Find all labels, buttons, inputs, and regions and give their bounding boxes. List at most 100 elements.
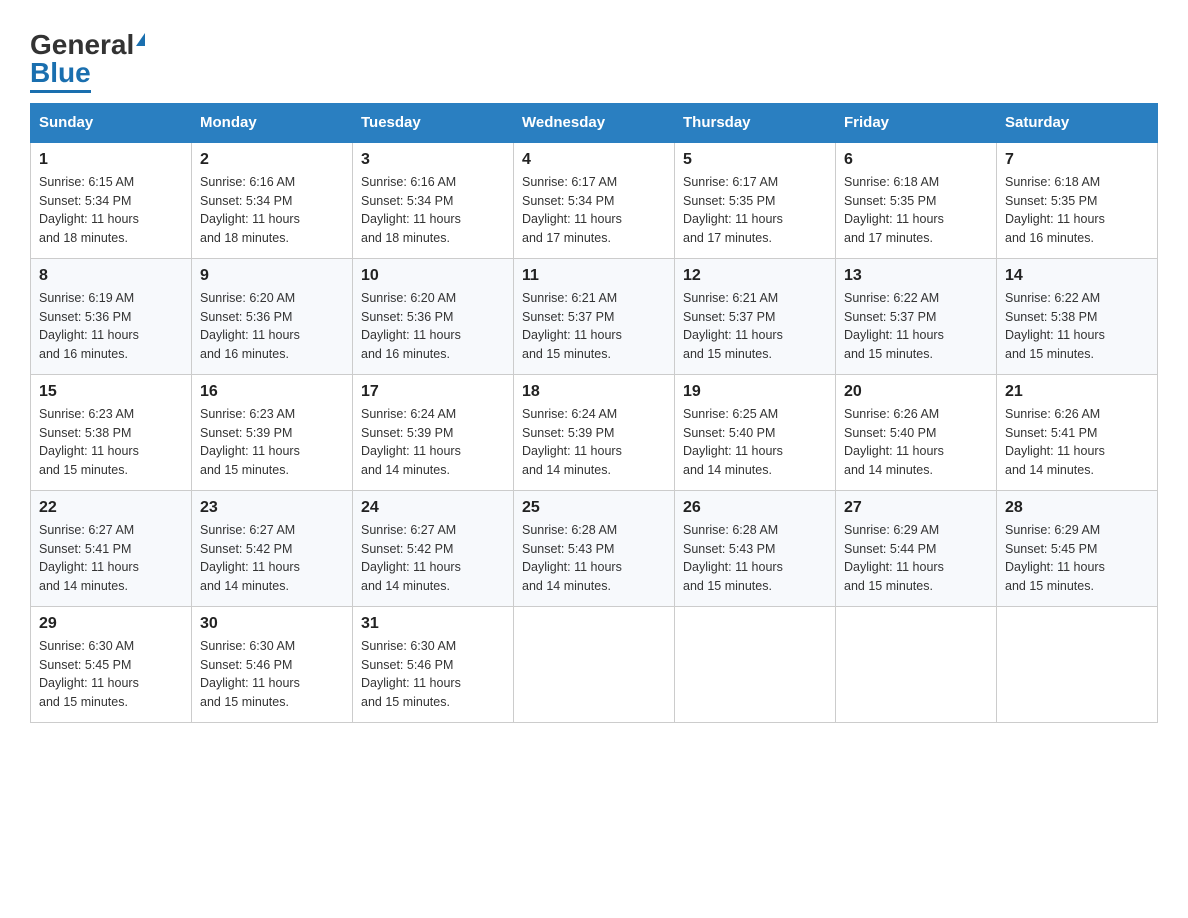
day-number: 24 — [361, 499, 505, 517]
calendar-cell: 3 Sunrise: 6:16 AM Sunset: 5:34 PM Dayli… — [353, 142, 514, 259]
day-number: 18 — [522, 383, 666, 401]
calendar-cell: 29 Sunrise: 6:30 AM Sunset: 5:45 PM Dayl… — [31, 606, 192, 722]
day-number: 1 — [39, 151, 183, 169]
calendar-cell: 24 Sunrise: 6:27 AM Sunset: 5:42 PM Dayl… — [353, 490, 514, 606]
day-info: Sunrise: 6:21 AM Sunset: 5:37 PM Dayligh… — [683, 289, 827, 364]
day-number: 26 — [683, 499, 827, 517]
calendar-cell: 22 Sunrise: 6:27 AM Sunset: 5:41 PM Dayl… — [31, 490, 192, 606]
day-info: Sunrise: 6:23 AM Sunset: 5:39 PM Dayligh… — [200, 405, 344, 480]
day-number: 20 — [844, 383, 988, 401]
day-number: 6 — [844, 151, 988, 169]
calendar-cell: 1 Sunrise: 6:15 AM Sunset: 5:34 PM Dayli… — [31, 142, 192, 259]
header-sunday: Sunday — [31, 103, 192, 142]
calendar-cell: 7 Sunrise: 6:18 AM Sunset: 5:35 PM Dayli… — [997, 142, 1158, 259]
calendar-cell: 4 Sunrise: 6:17 AM Sunset: 5:34 PM Dayli… — [514, 142, 675, 259]
calendar-cell: 14 Sunrise: 6:22 AM Sunset: 5:38 PM Dayl… — [997, 258, 1158, 374]
calendar-cell: 10 Sunrise: 6:20 AM Sunset: 5:36 PM Dayl… — [353, 258, 514, 374]
week-row-5: 29 Sunrise: 6:30 AM Sunset: 5:45 PM Dayl… — [31, 606, 1158, 722]
day-number: 13 — [844, 267, 988, 285]
calendar-cell: 17 Sunrise: 6:24 AM Sunset: 5:39 PM Dayl… — [353, 374, 514, 490]
calendar-cell: 11 Sunrise: 6:21 AM Sunset: 5:37 PM Dayl… — [514, 258, 675, 374]
logo: General Blue — [30, 30, 145, 93]
header-friday: Friday — [836, 103, 997, 142]
day-info: Sunrise: 6:24 AM Sunset: 5:39 PM Dayligh… — [361, 405, 505, 480]
day-info: Sunrise: 6:27 AM Sunset: 5:42 PM Dayligh… — [200, 521, 344, 596]
logo-triangle-icon — [136, 33, 145, 46]
header-monday: Monday — [192, 103, 353, 142]
day-number: 2 — [200, 151, 344, 169]
day-number: 29 — [39, 615, 183, 633]
calendar-cell: 23 Sunrise: 6:27 AM Sunset: 5:42 PM Dayl… — [192, 490, 353, 606]
week-row-4: 22 Sunrise: 6:27 AM Sunset: 5:41 PM Dayl… — [31, 490, 1158, 606]
day-info: Sunrise: 6:17 AM Sunset: 5:34 PM Dayligh… — [522, 173, 666, 248]
calendar-cell: 8 Sunrise: 6:19 AM Sunset: 5:36 PM Dayli… — [31, 258, 192, 374]
day-number: 25 — [522, 499, 666, 517]
day-number: 3 — [361, 151, 505, 169]
calendar-cell: 21 Sunrise: 6:26 AM Sunset: 5:41 PM Dayl… — [997, 374, 1158, 490]
logo-general-text: General — [30, 29, 134, 60]
calendar-cell — [514, 606, 675, 722]
calendar-cell: 30 Sunrise: 6:30 AM Sunset: 5:46 PM Dayl… — [192, 606, 353, 722]
logo-blue-text: Blue — [30, 57, 91, 88]
day-info: Sunrise: 6:16 AM Sunset: 5:34 PM Dayligh… — [200, 173, 344, 248]
day-info: Sunrise: 6:18 AM Sunset: 5:35 PM Dayligh… — [1005, 173, 1149, 248]
calendar-table: SundayMondayTuesdayWednesdayThursdayFrid… — [30, 103, 1158, 723]
week-row-2: 8 Sunrise: 6:19 AM Sunset: 5:36 PM Dayli… — [31, 258, 1158, 374]
calendar-cell: 18 Sunrise: 6:24 AM Sunset: 5:39 PM Dayl… — [514, 374, 675, 490]
day-number: 8 — [39, 267, 183, 285]
day-info: Sunrise: 6:20 AM Sunset: 5:36 PM Dayligh… — [200, 289, 344, 364]
calendar-cell: 2 Sunrise: 6:16 AM Sunset: 5:34 PM Dayli… — [192, 142, 353, 259]
day-number: 4 — [522, 151, 666, 169]
day-info: Sunrise: 6:25 AM Sunset: 5:40 PM Dayligh… — [683, 405, 827, 480]
header-saturday: Saturday — [997, 103, 1158, 142]
day-info: Sunrise: 6:16 AM Sunset: 5:34 PM Dayligh… — [361, 173, 505, 248]
day-info: Sunrise: 6:27 AM Sunset: 5:42 PM Dayligh… — [361, 521, 505, 596]
day-info: Sunrise: 6:28 AM Sunset: 5:43 PM Dayligh… — [522, 521, 666, 596]
calendar-cell: 15 Sunrise: 6:23 AM Sunset: 5:38 PM Dayl… — [31, 374, 192, 490]
day-number: 21 — [1005, 383, 1149, 401]
day-number: 15 — [39, 383, 183, 401]
day-info: Sunrise: 6:26 AM Sunset: 5:40 PM Dayligh… — [844, 405, 988, 480]
day-number: 23 — [200, 499, 344, 517]
calendar-cell: 9 Sunrise: 6:20 AM Sunset: 5:36 PM Dayli… — [192, 258, 353, 374]
day-info: Sunrise: 6:18 AM Sunset: 5:35 PM Dayligh… — [844, 173, 988, 248]
day-info: Sunrise: 6:26 AM Sunset: 5:41 PM Dayligh… — [1005, 405, 1149, 480]
calendar-cell: 12 Sunrise: 6:21 AM Sunset: 5:37 PM Dayl… — [675, 258, 836, 374]
day-info: Sunrise: 6:30 AM Sunset: 5:46 PM Dayligh… — [361, 637, 505, 712]
calendar-cell: 27 Sunrise: 6:29 AM Sunset: 5:44 PM Dayl… — [836, 490, 997, 606]
day-number: 31 — [361, 615, 505, 633]
day-info: Sunrise: 6:30 AM Sunset: 5:45 PM Dayligh… — [39, 637, 183, 712]
day-info: Sunrise: 6:15 AM Sunset: 5:34 PM Dayligh… — [39, 173, 183, 248]
day-info: Sunrise: 6:29 AM Sunset: 5:45 PM Dayligh… — [1005, 521, 1149, 596]
week-row-3: 15 Sunrise: 6:23 AM Sunset: 5:38 PM Dayl… — [31, 374, 1158, 490]
day-number: 30 — [200, 615, 344, 633]
header-wednesday: Wednesday — [514, 103, 675, 142]
day-info: Sunrise: 6:27 AM Sunset: 5:41 PM Dayligh… — [39, 521, 183, 596]
calendar-cell: 25 Sunrise: 6:28 AM Sunset: 5:43 PM Dayl… — [514, 490, 675, 606]
day-number: 11 — [522, 267, 666, 285]
header-tuesday: Tuesday — [353, 103, 514, 142]
day-number: 17 — [361, 383, 505, 401]
calendar-cell: 13 Sunrise: 6:22 AM Sunset: 5:37 PM Dayl… — [836, 258, 997, 374]
day-number: 22 — [39, 499, 183, 517]
logo-underline — [30, 90, 91, 93]
day-number: 19 — [683, 383, 827, 401]
day-number: 28 — [1005, 499, 1149, 517]
day-info: Sunrise: 6:21 AM Sunset: 5:37 PM Dayligh… — [522, 289, 666, 364]
header-thursday: Thursday — [675, 103, 836, 142]
day-number: 5 — [683, 151, 827, 169]
weekday-header-row: SundayMondayTuesdayWednesdayThursdayFrid… — [31, 103, 1158, 142]
page-header: General Blue — [30, 20, 1158, 93]
calendar-cell: 16 Sunrise: 6:23 AM Sunset: 5:39 PM Dayl… — [192, 374, 353, 490]
day-number: 7 — [1005, 151, 1149, 169]
calendar-cell: 31 Sunrise: 6:30 AM Sunset: 5:46 PM Dayl… — [353, 606, 514, 722]
calendar-cell: 5 Sunrise: 6:17 AM Sunset: 5:35 PM Dayli… — [675, 142, 836, 259]
calendar-cell — [675, 606, 836, 722]
day-number: 10 — [361, 267, 505, 285]
day-number: 9 — [200, 267, 344, 285]
day-info: Sunrise: 6:23 AM Sunset: 5:38 PM Dayligh… — [39, 405, 183, 480]
day-info: Sunrise: 6:17 AM Sunset: 5:35 PM Dayligh… — [683, 173, 827, 248]
day-info: Sunrise: 6:19 AM Sunset: 5:36 PM Dayligh… — [39, 289, 183, 364]
day-info: Sunrise: 6:24 AM Sunset: 5:39 PM Dayligh… — [522, 405, 666, 480]
day-number: 12 — [683, 267, 827, 285]
